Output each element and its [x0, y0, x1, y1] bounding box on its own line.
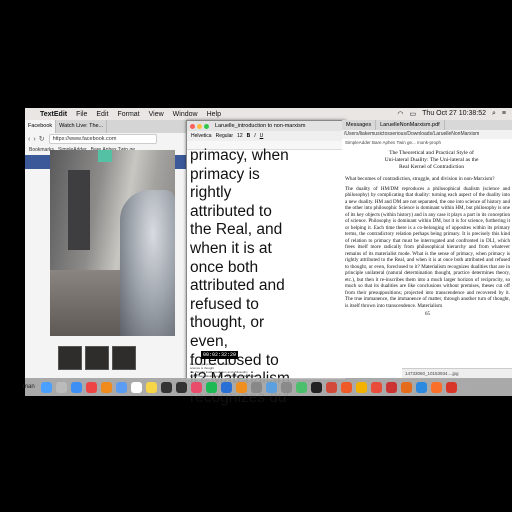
menu-view[interactable]: View — [149, 111, 164, 118]
menu-format[interactable]: Format — [117, 111, 139, 118]
calendar-icon[interactable] — [130, 381, 142, 393]
minimize-icon[interactable] — [197, 123, 202, 129]
app-icon[interactable] — [370, 381, 382, 393]
menu-list-icon[interactable]: ≡ — [502, 110, 506, 118]
style-select[interactable]: Regular — [216, 133, 234, 139]
forward-icon[interactable]: › — [33, 136, 35, 143]
textedit-window: Laruelle_introduction to non-marxism Hel… — [186, 120, 346, 406]
menu-edit[interactable]: Edit — [96, 111, 108, 118]
illustrator-icon[interactable] — [235, 381, 247, 393]
thumbnail[interactable] — [112, 346, 136, 370]
settings-icon[interactable] — [280, 381, 292, 393]
chrome-icon[interactable] — [85, 381, 97, 393]
launchpad-icon[interactable] — [55, 381, 67, 393]
dock-icons — [40, 381, 476, 393]
terminal-icon[interactable] — [310, 381, 322, 393]
tab-facebook[interactable]: Facebook — [25, 120, 57, 133]
section-title-line: Uni-lateral Duality: The Uni-lateral as … — [384, 157, 479, 163]
underline-button[interactable]: U — [260, 133, 264, 139]
clock[interactable]: Thu Oct 27 10:38:52 — [422, 110, 486, 118]
photoshop-icon[interactable] — [220, 381, 232, 393]
address-bar-row: ‹ › ↻ https://www.facebook.com — [25, 133, 190, 145]
app-icon[interactable] — [325, 381, 337, 393]
dock-label: man — [23, 384, 35, 390]
pdf-page: The Theoretical and Practical Style of U… — [345, 150, 510, 317]
section-title: The Theoretical and Practical Style of U… — [353, 150, 510, 171]
music-icon[interactable] — [190, 381, 202, 393]
reload-icon[interactable]: ↻ — [39, 135, 45, 143]
app-icon[interactable] — [340, 381, 352, 393]
zoom-icon[interactable] — [204, 123, 209, 129]
document-title: Laruelle_introduction to non-marxism — [215, 123, 306, 129]
pdf-tab-bar: Messages LaruelleNonMarxism.pdf — [342, 120, 512, 130]
browser-tab-bar: Facebook Watch Live: The... — [25, 120, 190, 133]
timecode-label: 00:02:32:20 — [201, 351, 239, 359]
finder-icon[interactable] — [40, 381, 52, 393]
menu-bar: TextEdit File Edit Format View Window He… — [25, 108, 512, 120]
pdf-window: Messages LaruelleNonMarxism.pdf /Users/l… — [342, 120, 512, 378]
italic-button[interactable]: I — [254, 133, 255, 139]
menu-file[interactable]: File — [76, 111, 87, 118]
textedit-titlebar: Laruelle_introduction to non-marxism — [187, 121, 345, 131]
section-question: What becomes of contradiction, struggle,… — [345, 176, 495, 182]
menu-window[interactable]: Window — [173, 111, 198, 118]
preview-icon[interactable] — [265, 381, 277, 393]
section-text: The duality of HM/DM reproduces a philos… — [345, 185, 510, 309]
app-icon[interactable] — [445, 381, 457, 393]
video-door — [68, 170, 90, 250]
app-icon[interactable] — [250, 381, 262, 393]
video-person — [120, 190, 175, 336]
app-icon[interactable] — [400, 381, 412, 393]
browser-window: Facebook Watch Live: The... ‹ › ↻ https:… — [25, 120, 191, 378]
close-icon[interactable] — [190, 123, 195, 129]
search-icon[interactable]: ⌕ — [492, 110, 496, 118]
app-icon[interactable] — [415, 381, 427, 393]
url-input[interactable]: https://www.facebook.com — [48, 134, 157, 144]
app-icon[interactable] — [430, 381, 442, 393]
menu-help[interactable]: Help — [207, 111, 221, 118]
video-player[interactable] — [50, 150, 175, 336]
app-icon[interactable] — [385, 381, 397, 393]
notes-icon[interactable] — [145, 381, 157, 393]
thumbnail[interactable] — [85, 346, 109, 370]
tab-pdf[interactable]: LaruelleNonMarxism.pdf — [376, 120, 445, 130]
section-title-line: Real Kernel of Contradiction — [398, 164, 465, 170]
firefox-icon[interactable] — [100, 381, 112, 393]
pdf-bookmarks[interactable]: SimpleAdder Bare Aphex Twin ge... monk-p… — [342, 139, 512, 147]
app-icon[interactable] — [355, 381, 367, 393]
notes-list: knowledge, practice, modernize: science … — [190, 362, 258, 378]
menu-app-name[interactable]: TextEdit — [40, 111, 67, 118]
file-path[interactable]: /Users/liakemusictosserious/Downloads/La… — [342, 130, 512, 139]
font-select[interactable]: Helvetica — [191, 133, 212, 139]
trash-icon[interactable] — [460, 381, 472, 393]
section-title-line: The Theoretical and Practical Style of — [389, 150, 474, 156]
bold-button[interactable]: B — [247, 133, 251, 139]
back-icon[interactable]: ‹ — [28, 136, 30, 143]
app-7-icon[interactable] — [175, 381, 187, 393]
mail-icon[interactable] — [115, 381, 127, 393]
video-indicator — [98, 150, 112, 162]
app-5-icon[interactable] — [160, 381, 172, 393]
tab-messages[interactable]: Messages — [342, 120, 377, 130]
app-icon[interactable] — [295, 381, 307, 393]
page-number: 65 — [425, 312, 430, 318]
size-select[interactable]: 12 — [237, 133, 243, 139]
spotify-icon[interactable] — [205, 381, 217, 393]
tab-watch-live[interactable]: Watch Live: The... — [56, 120, 108, 133]
wifi-icon[interactable]: ◠ — [397, 110, 403, 118]
thumbnail[interactable] — [58, 346, 82, 370]
safari-icon[interactable] — [70, 381, 82, 393]
dock: man — [23, 378, 512, 396]
thumbnail-strip — [58, 346, 136, 370]
battery-icon[interactable]: ▭ — [410, 110, 417, 118]
download-item[interactable]: 14733060_10153934....jpg — [402, 368, 512, 378]
